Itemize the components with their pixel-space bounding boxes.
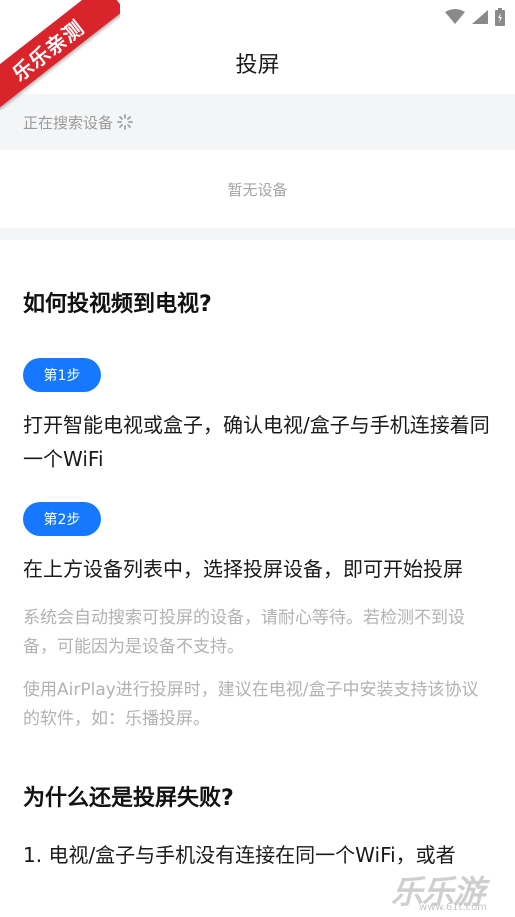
guide-note-airplay: 使用AirPlay进行投屏时，建议在电视/盒子中安装支持该协议的软件，如：乐播投…	[23, 680, 479, 729]
cellular-signal-icon	[472, 10, 488, 24]
promo-ribbon: 乐乐亲测	[0, 0, 120, 110]
wifi-icon	[445, 9, 465, 24]
search-status-text: 正在搜索设备	[23, 113, 114, 132]
guide-note-search: 系统会自动搜索可投屏的设备，请耐心等待。若检测不到设备，可能因为是设备不支持。	[23, 608, 465, 657]
step-1-text: 打开智能电视或盒子，确认电视/盒子与手机连接着同一个WiFi	[23, 413, 490, 471]
step-1-badge: 第1步	[23, 358, 101, 392]
guide-content: 如何投视频到电视? 第1步 打开智能电视或盒子，确认电视/盒子与手机连接着同一个…	[0, 286, 515, 872]
step-2-badge: 第2步	[23, 502, 101, 536]
loading-spinner-icon	[117, 114, 133, 130]
promo-ribbon-label: 乐乐亲测	[0, 0, 120, 110]
step-2-text: 在上方设备列表中，选择投屏设备，即可开始投屏	[23, 557, 463, 581]
failure-title: 为什么还是投屏失败?	[23, 786, 234, 811]
device-list: 暂无设备	[0, 150, 515, 228]
page-title: 投屏	[235, 53, 280, 78]
status-icons	[445, 8, 505, 26]
empty-device-message: 暂无设备	[227, 180, 288, 199]
site-watermark: 乐乐游戏 www.61t.com	[391, 867, 511, 913]
section-divider	[0, 228, 515, 240]
battery-icon	[495, 8, 505, 26]
guide-title: 如何投视频到电视?	[23, 292, 212, 317]
watermark-url: www.61t.com	[419, 902, 487, 913]
